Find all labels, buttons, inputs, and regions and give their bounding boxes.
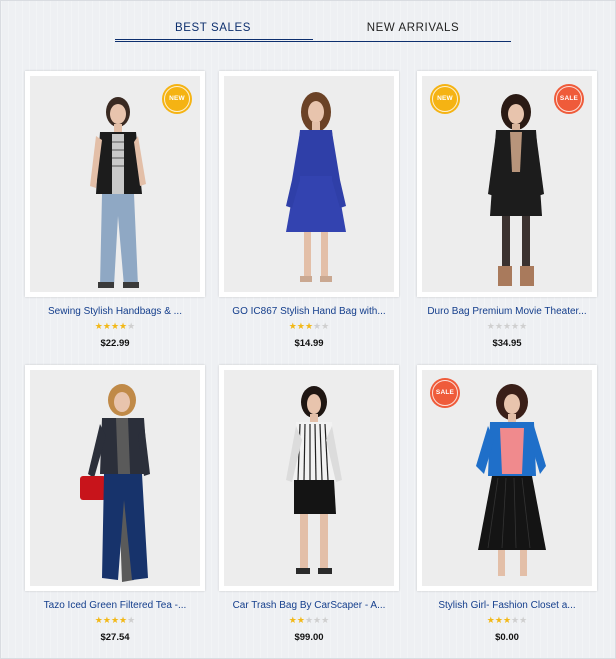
product-title-3[interactable]: Duro Bag Premium Movie Theater... — [409, 306, 605, 317]
product-title-4[interactable]: Tazo Iced Green Filtered Tea -... — [17, 600, 213, 611]
product-rating-2: ★★★★★ — [211, 321, 407, 331]
star-icon: ★ — [127, 321, 136, 331]
star-icon: ★ — [494, 615, 503, 625]
product-price-3: $34.95 — [492, 338, 522, 349]
star-icon: ★ — [313, 615, 322, 625]
product-card-1[interactable]: NEW — [25, 71, 205, 297]
product-rating-3: ★★★★★ — [409, 321, 605, 331]
star-icon: ★ — [288, 321, 297, 331]
new-badge: NEW — [430, 84, 460, 114]
star-icon: ★ — [94, 615, 103, 625]
model-photo — [286, 386, 342, 574]
product-price-1: $22.99 — [100, 338, 130, 349]
star-icon: ★ — [519, 615, 528, 625]
product-price-5: $99.00 — [294, 632, 324, 643]
star-icon: ★ — [321, 615, 330, 625]
star-icon: ★ — [511, 321, 520, 331]
product-rating-6: ★★★★★ — [409, 615, 605, 625]
product-card-3[interactable]: NEW SALE — [417, 71, 597, 297]
star-icon: ★ — [94, 321, 103, 331]
product-title-6[interactable]: Stylish Girl- Fashion Closet a... — [409, 600, 605, 611]
tab-new-arrivals[interactable]: NEW ARRIVALS — [313, 19, 513, 41]
sale-badge: SALE — [430, 378, 460, 408]
product-image — [224, 76, 394, 292]
star-icon: ★ — [296, 615, 305, 625]
star-icon: ★ — [288, 615, 297, 625]
star-icon: ★ — [119, 321, 128, 331]
product-card-6[interactable]: SALE — [417, 365, 597, 591]
product-image: SALE — [422, 370, 592, 586]
star-icon: ★ — [502, 321, 512, 331]
model-photo — [80, 384, 150, 582]
product-image: NEW SALE — [422, 76, 592, 292]
model-photo — [286, 92, 346, 282]
product-rating-1: ★★★★★ — [17, 321, 213, 331]
star-icon: ★ — [119, 615, 128, 625]
sale-badge: SALE — [554, 84, 584, 114]
star-icon: ★ — [102, 321, 111, 331]
tab-best-sales[interactable]: BEST SALES — [113, 19, 313, 41]
product-rating-5: ★★★★★ — [211, 615, 407, 625]
star-icon: ★ — [304, 615, 314, 625]
star-icon: ★ — [486, 321, 495, 331]
star-icon: ★ — [511, 615, 520, 625]
product-image — [224, 370, 394, 586]
active-tab-indicator — [115, 39, 313, 42]
product-title-5[interactable]: Car Trash Bag By CarScaper - A... — [211, 600, 407, 611]
star-icon: ★ — [486, 615, 495, 625]
star-icon: ★ — [304, 321, 314, 331]
product-rating-4: ★★★★★ — [17, 615, 213, 625]
product-image — [30, 370, 200, 586]
product-price-2: $14.99 — [294, 338, 324, 349]
product-tabs: BEST SALES NEW ARRIVALS — [113, 19, 513, 45]
product-price-4: $27.54 — [100, 632, 130, 643]
product-card-4[interactable] — [25, 365, 205, 591]
product-title-2[interactable]: GO IC867 Stylish Hand Bag with... — [211, 306, 407, 317]
star-icon: ★ — [110, 615, 120, 625]
star-icon: ★ — [494, 321, 503, 331]
new-badge: NEW — [162, 84, 192, 114]
product-title-1[interactable]: Sewing Stylish Handbags & ... — [17, 306, 213, 317]
star-icon: ★ — [110, 321, 120, 331]
product-card-5[interactable] — [219, 365, 399, 591]
star-icon: ★ — [502, 615, 512, 625]
product-image: NEW — [30, 76, 200, 292]
product-showcase: BEST SALES NEW ARRIVALS NEW Sewing Styli… — [0, 0, 616, 659]
product-card-2[interactable] — [219, 71, 399, 297]
star-icon: ★ — [127, 615, 136, 625]
star-icon: ★ — [519, 321, 528, 331]
star-icon: ★ — [313, 321, 322, 331]
star-icon: ★ — [321, 321, 330, 331]
star-icon: ★ — [102, 615, 111, 625]
star-icon: ★ — [296, 321, 305, 331]
product-price-6: $0.00 — [495, 632, 519, 643]
